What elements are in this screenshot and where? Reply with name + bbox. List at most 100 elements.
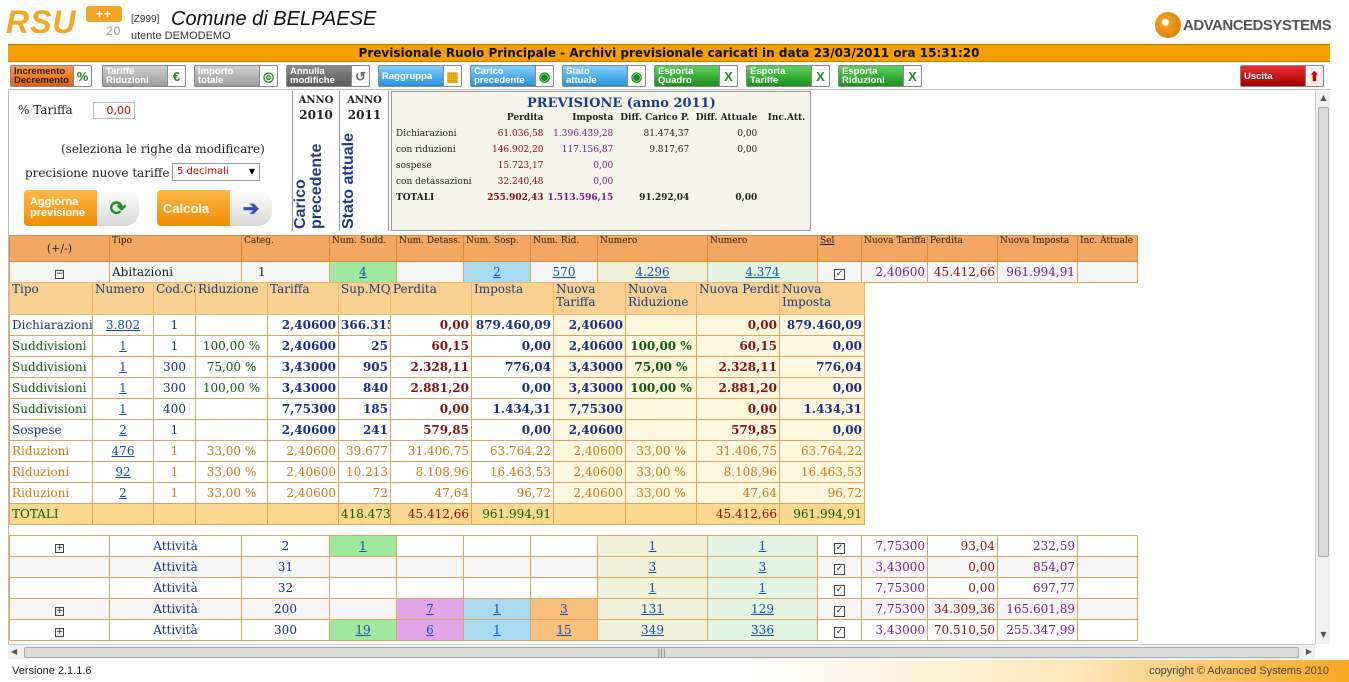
attivita-row[interactable]: + Attività 300 19 6 1 15 349 336 ✓ 3,43000 70.510,5… [9,619,1138,641]
chevron-down-icon: ▼ [248,167,255,176]
col-tipo[interactable]: Tipo [109,235,242,262]
col-sudd[interactable]: Num. Sudd. [329,235,397,262]
detail-row[interactable]: Riduzioni 92 1 33,00 % 2,40600 10.213 8.108,96… [9,461,865,483]
row-checkbox[interactable]: ✓ [834,563,845,575]
detail-table: TipoNumeroCod.CaRiduzioneTariffaSup.MQPe… [9,282,865,525]
excel-icon: X [720,65,738,87]
scroll-left-icon: ◀ [11,647,18,656]
precisione-label: precisione nuove tariffe a [25,166,181,180]
detail-row[interactable]: Suddivisioni 1 1 100,00 % 2,40600 25 60,15 0,00… [9,335,865,357]
expand-icon[interactable]: + [55,607,64,616]
previsione-title: PREVISIONE (anno 2011) [527,96,716,111]
attivita-row[interactable]: Attività 32 1 1 ✓ 7,75300 0,00 697,77 [9,577,1138,599]
detail-row[interactable]: Riduzioni 476 1 33,00 % 2,40600 39.677 31.406,… [9,440,865,462]
exit-arrow-icon: ⬆ [1306,65,1324,87]
annulla-modifiche-button[interactable]: Annulla modifiche ↺ [286,65,370,87]
row-checkbox[interactable]: ✓ [834,605,845,617]
detail-header-row: TipoNumeroCod.CaRiduzioneTariffaSup.MQPe… [9,282,865,315]
user-label: utente DEMODEMO [131,30,231,42]
esporta-riduzioni-button[interactable]: Esporta Riduzioni X [838,65,922,87]
version-label: Versione 2.1.1.6 [12,665,92,677]
euro-icon: € [168,65,186,87]
scroll-down-icon: ▼ [1320,630,1327,639]
footer: Versione 2.1.1.6 copyright © Advanced Sy… [0,660,1349,682]
copyright-label: copyright © Advanced Systems 2010 [1149,665,1329,677]
undo-icon: ↺ [352,65,370,87]
col-detass[interactable]: Num. Detass. [396,235,464,262]
row-checkbox[interactable]: ✓ [834,584,845,596]
horizontal-scrollbar[interactable]: ◀ ||| ▶ [8,644,1315,659]
row-checkbox[interactable]: ✓ [834,626,845,638]
hscroll-thumb[interactable]: ||| [24,647,1299,658]
col-nuova-tariffa[interactable]: Nuova Tariffa [861,235,928,262]
attivita-row[interactable]: + Attività 2 1 1 1 ✓ 7,75300 93,04 232,59 [9,535,1138,557]
incremento-decremento-button[interactable]: Incremento Decremento % [10,65,92,87]
col-sosp[interactable]: Num. Sosp. [463,235,531,262]
stato-attuale-button[interactable]: Stato attuale ◉ [562,65,646,87]
carico-precedente-column: ANNO 2010 Carico precedente [292,91,340,231]
controls-panel: % Tariffa 0,00 (seleziona le righe da mo… [9,91,289,231]
calcola-button[interactable]: Calcola ➔ [157,190,272,226]
raggruppa-button[interactable]: Raggruppa ▦ [378,65,462,87]
eye-icon: ◉ [536,65,554,87]
vertical-scrollbar[interactable]: ▲ ▼ [1315,91,1330,644]
detail-row[interactable]: Suddivisioni 1 400 7,75300 185 0,00 1.434,31 7,… [9,398,865,420]
row-checkbox[interactable]: ✓ [834,268,845,280]
col-numero-2[interactable]: Numero [707,235,818,262]
col-categ[interactable]: Categ. [241,235,330,262]
tariffa-label: % Tariffa [18,103,73,117]
col-sel[interactable]: Sel [817,235,862,262]
attivita-row[interactable]: Attività 31 3 3 ✓ 3,43000 0,00 854,07 [9,556,1138,578]
attivita-table: + Attività 2 1 1 1 ✓ 7,75300 93,04 232,59 Attività… [9,535,1138,641]
carico-precedente-button[interactable]: Carico precedente ◉ [470,65,554,87]
tariffe-riduzioni-button[interactable]: Tariffe Riduzioni € [102,65,186,87]
brand-ball-icon [1155,12,1181,38]
detail-row[interactable]: Suddivisioni 1 300 75,00 % 3,43000 905 2.328,1… [9,356,865,378]
aggiorna-previsione-button[interactable]: Aggiorna previsione ⟳ [24,190,139,226]
precisione-select[interactable]: 5 decimali ▼ [172,163,260,181]
toolbar: Incremento Decremento % Tariffe Riduzioni … [8,63,1330,90]
detail-row[interactable]: Riduzioni 2 1 33,00 % 2,40600 72 47,64 96,72 2,4… [9,482,865,504]
col-pm[interactable]: (+/-) [9,235,110,262]
row-checkbox[interactable]: ✓ [834,542,845,554]
col-nuova-imposta[interactable]: Nuova Imposta [997,235,1078,262]
attivita-row[interactable]: + Attività 200 7 1 3 131 129 ✓ 7,75300 34.309,36 16… [9,598,1138,620]
expand-icon[interactable]: + [55,544,64,553]
group-row-abitazioni[interactable]: − Abitazioni 1 4 2 570 4.296 4.374 ✓ 2,4… [9,261,1138,283]
scroll-right-icon: ▶ [1305,647,1312,656]
advanced-systems-logo: ADVANCEDSYSTEMS [1155,10,1332,40]
scroll-thumb[interactable] [1318,107,1329,557]
app-header: RSU ++ 20 [Z999] Comune di BELPAESE uten… [0,0,1349,44]
excel-icon: X [904,65,922,87]
expand-icon[interactable]: + [55,628,64,637]
tariffa-input[interactable]: 0,00 [93,102,135,119]
totali-row: TOTALI 418.473 45.412,66 961.994,91 45.4… [9,503,865,525]
comune-title: Comune di BELPAESE [171,8,377,30]
detail-row[interactable]: Sospese 2 1 2,40600 241 579,85 0,00 2,40600 579,… [9,419,865,441]
main-content[interactable]: % Tariffa 0,00 (seleziona le righe da mo… [8,91,1315,644]
eye-icon: ◉ [628,65,646,87]
col-inc-attuale[interactable]: Inc. Attuale [1077,235,1138,262]
hint-text: (seleziona le righe da modificare) [61,142,265,156]
group-icon: ▦ [444,65,462,87]
rsu-logo: RSU ++ 20 [6,4,122,40]
col-numero-1[interactable]: Numero [597,235,708,262]
comune-code: [Z999] [131,14,160,25]
importo-totale-button[interactable]: Importo totale ◎ [194,65,278,87]
esporta-tariffe-button[interactable]: Esporta Tariffe X [746,65,830,87]
col-rid[interactable]: Num. Rid. [530,235,598,262]
calculate-arrow-icon: ➔ [230,190,272,226]
previsione-panel: PREVISIONE (anno 2011) Perdita Imposta D… [391,91,811,231]
excel-icon: X [812,65,830,87]
stato-attuale-column: ANNO 2011 Stato attuale [340,91,389,231]
esporta-quadro-button[interactable]: Esporta Quadro X [654,65,738,87]
col-perdita[interactable]: Perdita [927,235,998,262]
scroll-up-icon: ▲ [1320,93,1327,102]
target-icon: ◎ [260,65,278,87]
grid-header-table: (+/-) Tipo Categ. Num. Sudd. Num. Detass… [9,235,1138,283]
detail-row[interactable]: Suddivisioni 1 300 100,00 % 3,43000 840 2.881,… [9,377,865,399]
percent-icon: % [74,65,92,87]
detail-row[interactable]: Dichiarazioni 3.802 1 2,40600 366.315 0,00 879… [9,314,865,336]
uscita-button[interactable]: Uscita ⬆ [1240,65,1324,87]
collapse-icon[interactable]: − [55,270,64,279]
